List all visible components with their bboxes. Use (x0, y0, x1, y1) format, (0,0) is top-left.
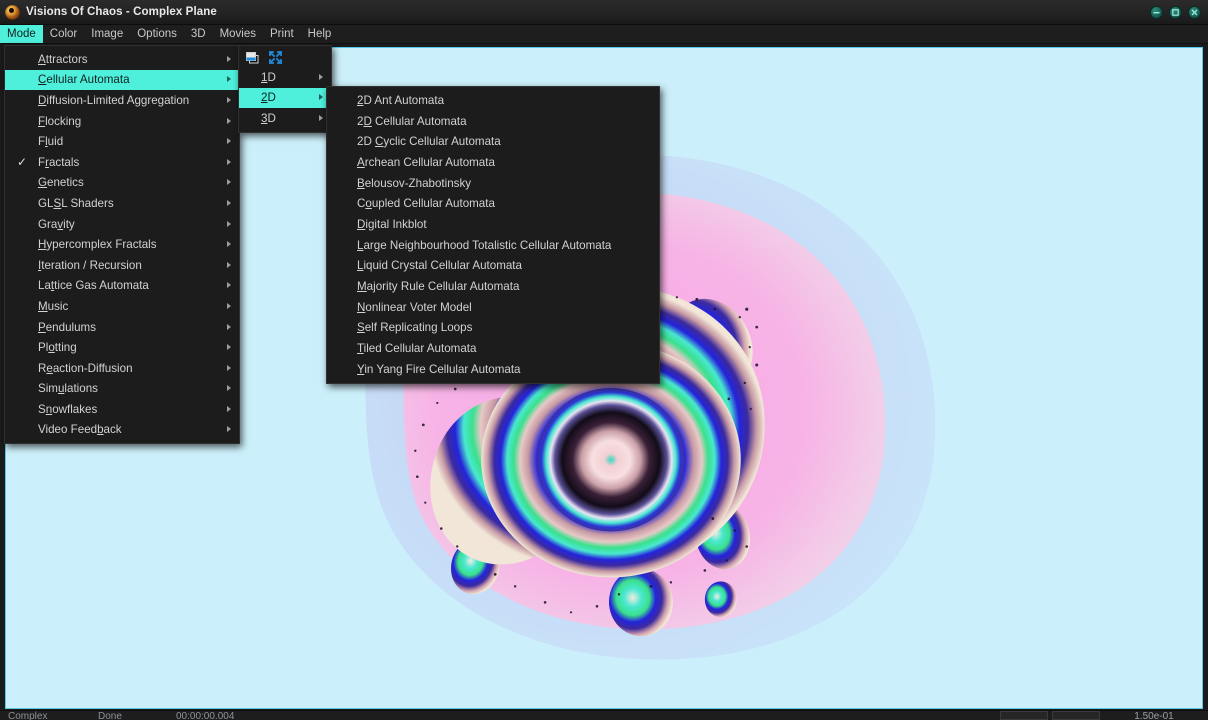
menu-item-glsl-shaders[interactable]: GLSL Shaders (5, 193, 239, 214)
restore-window-icon[interactable] (246, 51, 259, 64)
close-button[interactable] (1188, 5, 1201, 19)
menu-item-coupled-cellular-automata[interactable]: Coupled Cellular Automata (327, 193, 659, 214)
menubar-item-mode[interactable]: Mode (0, 25, 43, 43)
title-bar: Visions Of Chaos - Complex Plane (0, 0, 1208, 25)
status-bar: Complex Done 00:00:00.004 1.50e-01 (0, 710, 1208, 720)
status-mode: Complex (8, 711, 48, 720)
menu-item-cellular-automata[interactable]: Cellular Automata (5, 69, 239, 91)
menu-item-yin-yang-fire-cellular-automata[interactable]: Yin Yang Fire Cellular Automata (327, 359, 659, 380)
chevron-right-icon (227, 199, 231, 206)
menu-item-simulations[interactable]: Simulations (5, 379, 239, 400)
menubar-item-print[interactable]: Print (263, 25, 301, 43)
menu-item-tiled-cellular-automata[interactable]: Tiled Cellular Automata (327, 338, 659, 359)
chevron-right-icon (227, 405, 231, 412)
chevron-right-icon (227, 364, 231, 371)
menubar-item-color[interactable]: Color (43, 25, 84, 43)
chevron-right-icon (227, 426, 231, 433)
menu-item-majority-rule-cellular-automata[interactable]: Majority Rule Cellular Automata (327, 276, 659, 297)
menu-item-pendulums[interactable]: Pendulums (5, 317, 239, 338)
menu-item-snowflakes[interactable]: Snowflakes (5, 399, 239, 420)
chevron-right-icon (319, 73, 323, 80)
cellular-automata-submenu: 1D 2D 3D (238, 45, 332, 133)
submenu-item-1d[interactable]: 1D (239, 67, 331, 88)
chevron-right-icon (227, 241, 231, 248)
chevron-right-icon (227, 220, 231, 227)
menu-item-digital-inkblot[interactable]: Digital Inkblot (327, 214, 659, 235)
menubar-item-image[interactable]: Image (84, 25, 130, 43)
status-elapsed-time: 00:00:00.004 (176, 711, 235, 720)
status-indicator-1 (1000, 711, 1048, 720)
menu-item-attractors[interactable]: Attractors (5, 49, 239, 70)
menu-item-video-feedback[interactable]: Video Feedback (5, 420, 239, 441)
chevron-right-icon (227, 179, 231, 186)
minimize-button[interactable] (1150, 5, 1163, 19)
menu-item-fractals[interactable]: ✓ Fractals (5, 152, 239, 173)
menu-item-fluid[interactable]: Fluid (5, 131, 239, 152)
chevron-right-icon (227, 55, 231, 62)
menu-bar: Mode Color Image Options 3D Movies Print… (0, 25, 1208, 44)
maximize-button[interactable] (1169, 5, 1182, 19)
chevron-right-icon (227, 385, 231, 392)
menu-item-lattice-gas-automata[interactable]: Lattice Gas Automata (5, 276, 239, 297)
chevron-right-icon (319, 114, 323, 121)
chevron-right-icon (227, 76, 231, 83)
status-zoom-level: 1.50e-01 (1134, 711, 1174, 720)
menu-item-nonlinear-voter-model[interactable]: Nonlinear Voter Model (327, 297, 659, 318)
chevron-right-icon (227, 302, 231, 309)
submenu-item-2d[interactable]: 2D (239, 87, 331, 109)
menu-item-plotting[interactable]: Plotting (5, 337, 239, 358)
chevron-right-icon (227, 282, 231, 289)
chevron-right-icon (227, 323, 231, 330)
chevron-right-icon (227, 261, 231, 268)
menubar-item-help[interactable]: Help (301, 25, 339, 43)
window-title: Visions Of Chaos - Complex Plane (26, 6, 217, 18)
menu-item-hypercomplex-fractals[interactable]: Hypercomplex Fractals (5, 234, 239, 255)
menu-item-2d-cellular-automata[interactable]: 2D Cellular Automata (327, 111, 659, 132)
mode-menu: Attractors Cellular Automata Diffusion-L… (4, 45, 240, 445)
app-swirl-icon (5, 4, 20, 20)
resize-arrows-icon[interactable] (269, 51, 282, 64)
menubar-item-3d[interactable]: 3D (184, 25, 213, 43)
menu-item-archean-cellular-automata[interactable]: Archean Cellular Automata (327, 152, 659, 173)
menu-item-flocking[interactable]: Flocking (5, 111, 239, 132)
menu-item-liquid-crystal-cellular-automata[interactable]: Liquid Crystal Cellular Automata (327, 256, 659, 277)
status-indicator-2 (1052, 711, 1100, 720)
menu-item-iteration-recursion[interactable]: Iteration / Recursion (5, 255, 239, 276)
menubar-item-options[interactable]: Options (130, 25, 184, 43)
window-controls (1150, 5, 1208, 19)
chevron-right-icon (227, 158, 231, 165)
cellular-automata-2d-submenu: 2D Ant Automata 2D Cellular Automata 2D … (326, 86, 660, 384)
menu-item-belousov-zhabotinsky[interactable]: Belousov-Zhabotinsky (327, 173, 659, 194)
chevron-right-icon (227, 96, 231, 103)
chevron-right-icon (227, 117, 231, 124)
submenu-item-3d[interactable]: 3D (239, 108, 331, 129)
status-state: Done (98, 711, 122, 720)
menu-item-large-neighbourhood-totalistic-cellular-automata[interactable]: Large Neighbourhood Totalistic Cellular … (327, 235, 659, 256)
menu-item-reaction-diffusion[interactable]: Reaction-Diffusion (5, 358, 239, 379)
menu-item-music[interactable]: Music (5, 296, 239, 317)
submenu-toolbar-icons (239, 48, 333, 67)
menu-item-self-replicating-loops[interactable]: Self Replicating Loops (327, 318, 659, 339)
menu-item-2d-cyclic-cellular-automata[interactable]: 2D Cyclic Cellular Automata (327, 131, 659, 152)
menu-item-genetics[interactable]: Genetics (5, 173, 239, 194)
menubar-item-movies[interactable]: Movies (213, 25, 263, 43)
chevron-right-icon (319, 94, 323, 101)
checkmark-icon: ✓ (17, 155, 28, 170)
chevron-right-icon (227, 138, 231, 145)
menu-item-2d-ant-automata[interactable]: 2D Ant Automata (327, 90, 659, 111)
menu-item-gravity[interactable]: Gravity (5, 214, 239, 235)
menu-item-diffusion-limited-aggregation[interactable]: Diffusion-Limited Aggregation (5, 90, 239, 111)
chevron-right-icon (227, 344, 231, 351)
